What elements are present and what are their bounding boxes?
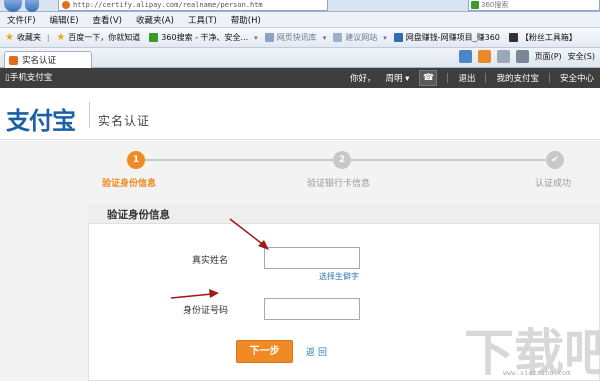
- step-2-circle: 2: [333, 151, 351, 169]
- menu-favorites[interactable]: 收藏夹(A): [136, 14, 174, 26]
- print-icon[interactable]: [515, 50, 529, 63]
- site-top-bar: ▯手机支付宝 你好， 周明 ▾ ☎ 退出 我的支付宝 安全中心: [0, 68, 600, 88]
- mobile-alipay-link[interactable]: ▯手机支付宝: [5, 68, 52, 88]
- star-icon: ★: [5, 32, 14, 43]
- fav-item-baidu[interactable]: ★ 百度一下，你就知道: [56, 32, 140, 43]
- site-header: 支付宝 实名认证: [0, 88, 600, 140]
- menu-bar: 文件(F) 编辑(E) 查看(V) 收藏夹(A) 工具(T) 帮助(H): [0, 12, 600, 28]
- form-section-title: 验证身份信息: [107, 209, 170, 221]
- favorites-button[interactable]: ★ 收藏夹: [5, 32, 41, 43]
- annotation-arrow-icon: [229, 218, 269, 250]
- web-slice-icon: [264, 33, 274, 42]
- back-link[interactable]: 返回: [306, 345, 330, 358]
- real-name-input[interactable]: [264, 247, 360, 269]
- back-button[interactable]: [4, 0, 22, 12]
- step-3-label: 认证成功: [535, 179, 572, 189]
- security-center-link[interactable]: 安全中心: [560, 72, 594, 84]
- safety-menu[interactable]: 安全(S): [568, 51, 595, 62]
- menu-edit[interactable]: 编辑(E): [50, 14, 79, 26]
- step-1-label: 验证身份信息: [102, 179, 157, 189]
- my-alipay-link[interactable]: 我的支付宝: [496, 72, 539, 84]
- toolbox-icon: [508, 33, 518, 42]
- add-favorite-icon: ★: [56, 32, 66, 43]
- id-number-label: 身份证号码: [182, 306, 228, 316]
- address-bar: http://certify.alipay.com/realname/perso…: [0, 0, 600, 12]
- step-1-circle: 1: [127, 151, 145, 169]
- page-menu[interactable]: 页面(P): [535, 51, 562, 62]
- checkmark-icon: ✔: [546, 151, 564, 169]
- search-engine-icon: [471, 1, 479, 9]
- menu-help[interactable]: 帮助(H): [231, 14, 261, 26]
- fav-item-360search[interactable]: 360搜索 - 干净、安全...: [149, 32, 248, 43]
- watermark-url: www.xiazaiba.com: [503, 369, 571, 377]
- page-icon: [393, 33, 403, 42]
- tab-bar: 实名认证 页面(P) 安全(S): [0, 48, 600, 68]
- chevron-down-icon[interactable]: ▾: [254, 34, 258, 42]
- step-2-label: 验证银行卡信息: [307, 179, 371, 189]
- tab-realname[interactable]: 实名认证: [4, 51, 92, 68]
- home-icon[interactable]: [458, 50, 472, 63]
- suggested-sites-icon: [333, 33, 343, 42]
- feeds-icon[interactable]: [477, 50, 491, 63]
- menu-view[interactable]: 查看(V): [93, 14, 122, 26]
- id-number-input[interactable]: [264, 298, 360, 320]
- alipay-favicon: [9, 55, 18, 65]
- menu-file[interactable]: 文件(F): [7, 14, 36, 26]
- forward-button[interactable]: [25, 0, 39, 12]
- step-connector: [351, 159, 546, 161]
- page-title: 实名认证: [98, 114, 151, 128]
- messages-icon[interactable]: ☎: [419, 70, 438, 86]
- step-connector: [145, 159, 333, 161]
- rare-char-link[interactable]: 选择生僻字: [319, 271, 359, 282]
- url-field[interactable]: http://certify.alipay.com/realname/perso…: [58, 0, 328, 11]
- logout-link[interactable]: 退出: [458, 72, 475, 84]
- annotation-arrow-icon: [170, 289, 219, 299]
- menu-tools[interactable]: 工具(T): [188, 14, 217, 26]
- browser-search-box[interactable]: 360搜索: [468, 0, 600, 11]
- fav-item-fans-toolbox[interactable]: 【粉丝工具箱】: [508, 32, 577, 43]
- fav-item-suggested[interactable]: 建议网站: [333, 32, 377, 43]
- greeting: 你好，: [349, 74, 376, 84]
- site-icon: [62, 1, 70, 9]
- next-step-button[interactable]: 下一步: [236, 340, 293, 363]
- fav-item-web-slices[interactable]: 网页快讯库: [264, 32, 317, 43]
- command-bar: 页面(P) 安全(S): [456, 50, 598, 63]
- favorites-bar: ★ 收藏夹 | ★ 百度一下，你就知道 360搜索 - 干净、安全... ▾ 网…: [0, 28, 600, 48]
- user-menu[interactable]: 周明 ▾: [375, 72, 409, 84]
- 360-icon: [149, 33, 159, 42]
- alipay-logo[interactable]: 支付宝: [6, 101, 76, 136]
- real-name-label: 真实姓名: [191, 256, 228, 266]
- fav-item-wangpan[interactable]: 网盘赚钱-网赚项目_赚360: [393, 32, 500, 43]
- mail-icon[interactable]: [496, 50, 510, 63]
